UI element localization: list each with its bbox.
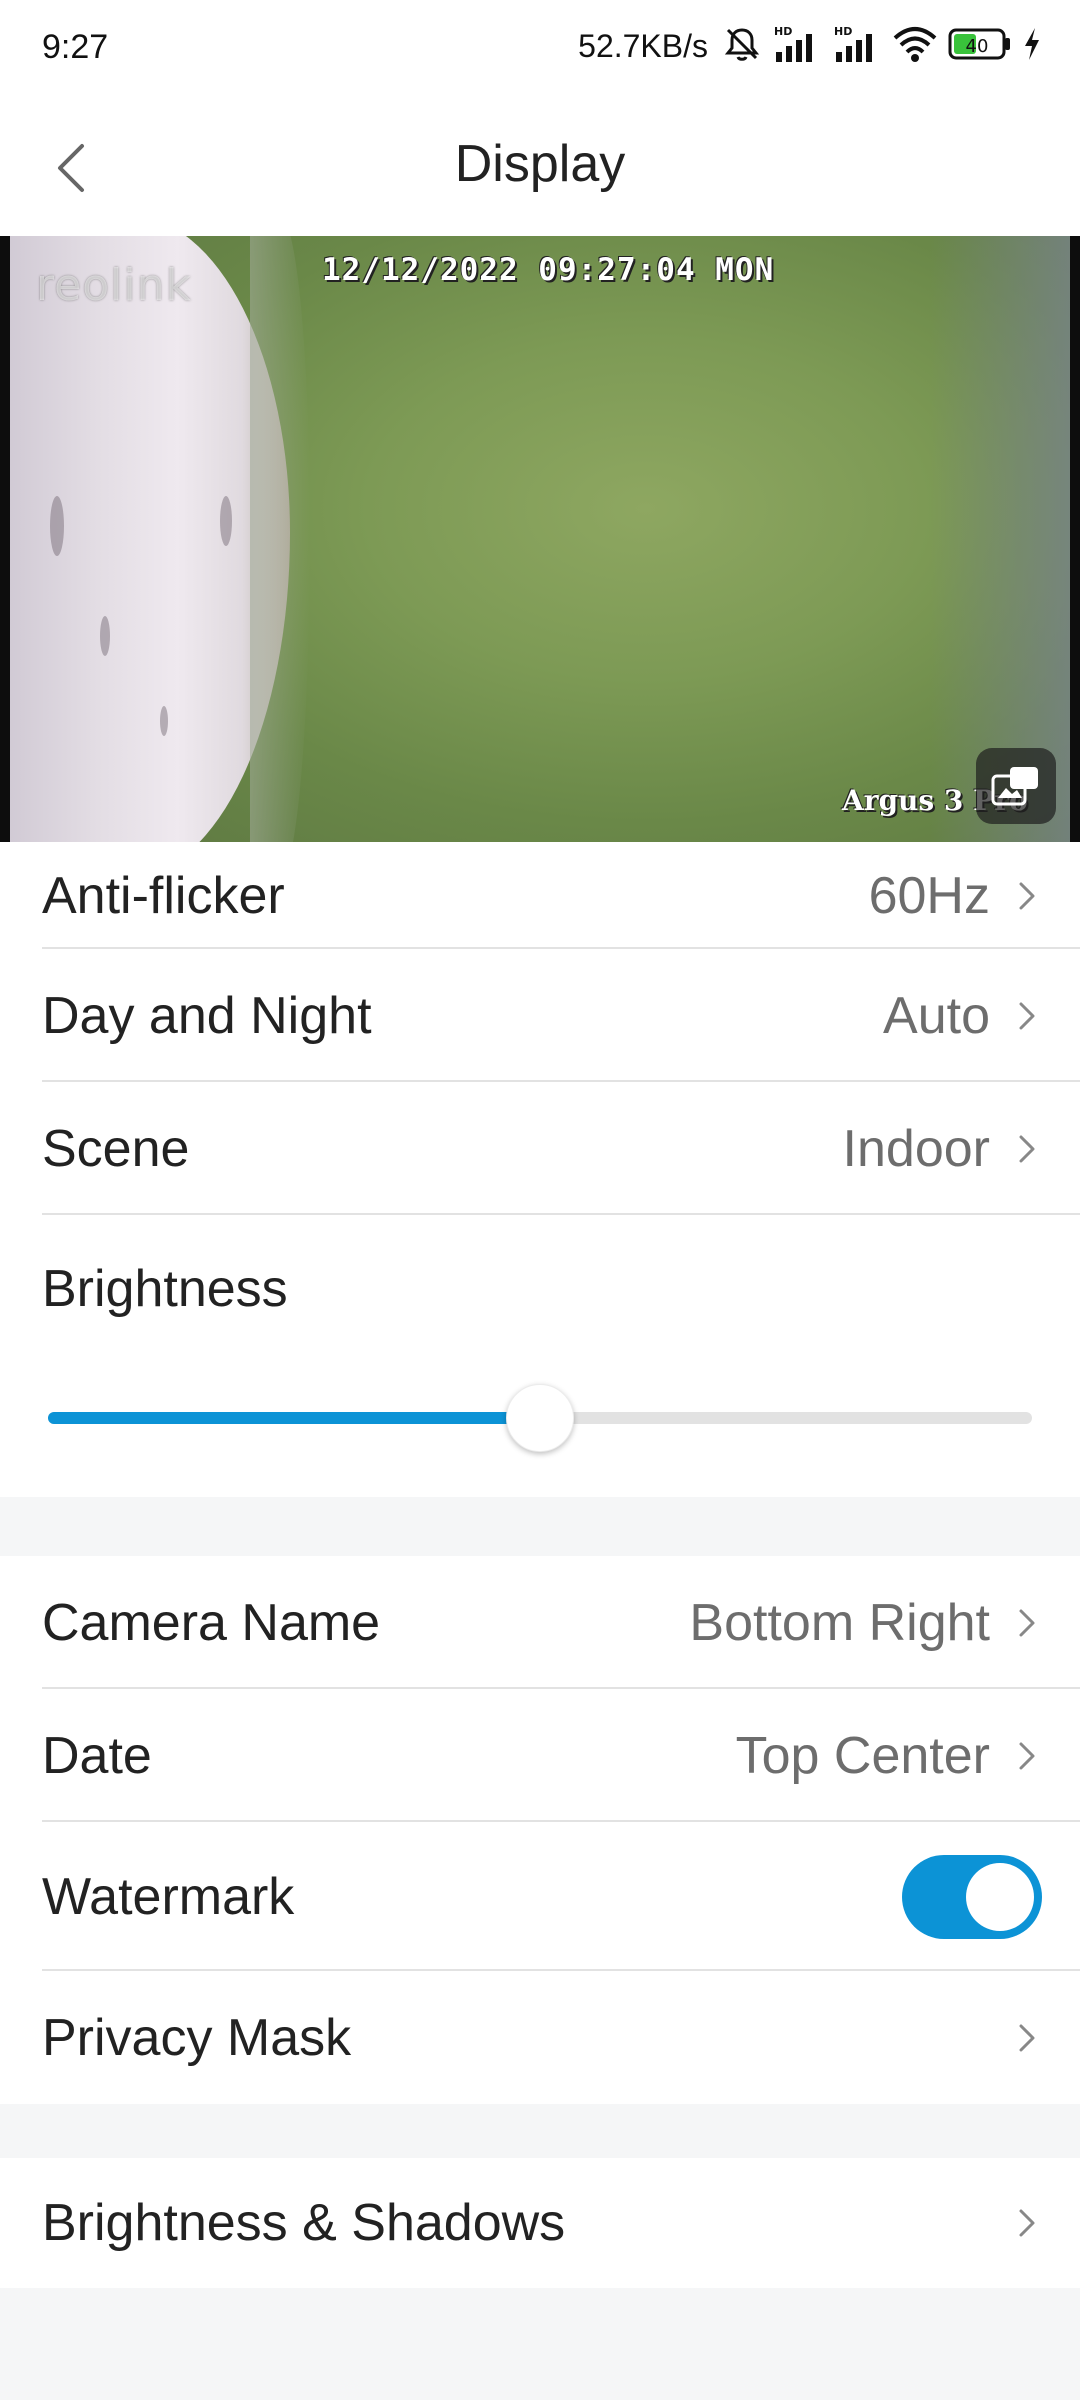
date-value: Top Center: [735, 1726, 990, 1785]
chevron-right-icon: [1012, 1129, 1042, 1169]
osd-date: 12/12/2022 09:27:04 MON: [322, 252, 775, 288]
camera-feed: [10, 236, 1070, 842]
privacy-mask-label: Privacy Mask: [42, 2008, 352, 2067]
advanced-settings-group: Brightness & Shadows: [0, 2158, 1080, 2288]
toggle-knob: [966, 1862, 1034, 1931]
battery-icon: 40: [948, 26, 1012, 67]
net-speed: 52.7KB/s: [578, 27, 708, 64]
chevron-right-icon: [1012, 1736, 1042, 1776]
brightness-row: Brightness: [0, 1215, 1080, 1497]
day-and-night-value: Auto: [883, 986, 990, 1045]
anti-flicker-row[interactable]: Anti-flicker 60Hz: [0, 842, 1080, 949]
battery-level: 40: [966, 36, 989, 57]
osd-settings-group: Camera Name Bottom Right Date Top Center…: [0, 1556, 1080, 2104]
watermark-logo: reolink: [36, 260, 192, 311]
watermark-row: Watermark: [0, 1822, 1080, 1971]
status-time: 9:27: [42, 28, 109, 66]
picture-in-picture-icon: [991, 767, 1038, 806]
camera-preview[interactable]: reolink 12/12/2022 09:27:04 MON Argus 3 …: [0, 236, 1080, 842]
chevron-right-icon: [1012, 2018, 1042, 2058]
scene-label: Scene: [42, 1119, 190, 1178]
brightness-shadows-row[interactable]: Brightness & Shadows: [0, 2158, 1080, 2288]
watermark-toggle[interactable]: [902, 1854, 1042, 1939]
charging-icon: [1022, 26, 1042, 67]
slider-thumb[interactable]: [506, 1384, 574, 1452]
day-and-night-label: Day and Night: [42, 986, 372, 1045]
svg-text:HD: HD: [774, 25, 792, 38]
mute-icon: [722, 24, 762, 69]
brightness-label: Brightness: [42, 1260, 288, 1318]
chevron-right-icon: [1012, 996, 1042, 1036]
chevron-right-icon: [1012, 1603, 1042, 1643]
anti-flicker-value: 60Hz: [868, 866, 990, 925]
privacy-mask-row[interactable]: Privacy Mask: [0, 1971, 1080, 2104]
wifi-icon: [892, 24, 938, 69]
status-bar: 9:27 52.7KB/s HD HD 40: [0, 0, 1080, 96]
camera-name-value: Bottom Right: [689, 1593, 990, 1652]
chevron-right-icon: [1012, 2203, 1042, 2243]
svg-text:HD: HD: [834, 25, 852, 38]
slider-fill: [48, 1412, 540, 1424]
camera-name-row[interactable]: Camera Name Bottom Right: [0, 1556, 1080, 1689]
hd-signal-icon: HD: [832, 24, 882, 69]
scene-row[interactable]: Scene Indoor: [0, 1082, 1080, 1215]
hd-signal-icon: HD: [772, 24, 822, 69]
day-and-night-row[interactable]: Day and Night Auto: [0, 949, 1080, 1082]
date-label: Date: [42, 1726, 152, 1785]
brightness-shadows-label: Brightness & Shadows: [42, 2194, 566, 2252]
watermark-label: Watermark: [42, 1867, 295, 1926]
page-title: Display: [454, 135, 626, 193]
header: Display: [0, 96, 1080, 236]
image-settings-group: Anti-flicker 60Hz Day and Night Auto Sce…: [0, 842, 1080, 1497]
date-row[interactable]: Date Top Center: [0, 1689, 1080, 1822]
picture-in-picture-button[interactable]: [976, 748, 1056, 824]
camera-name-label: Camera Name: [42, 1593, 381, 1652]
brightness-slider[interactable]: [48, 1384, 1032, 1452]
scene-value: Indoor: [842, 1119, 990, 1178]
chevron-right-icon: [1012, 876, 1042, 916]
status-icons: 52.7KB/s HD HD 40: [578, 24, 1042, 68]
anti-flicker-label: Anti-flicker: [42, 866, 285, 925]
